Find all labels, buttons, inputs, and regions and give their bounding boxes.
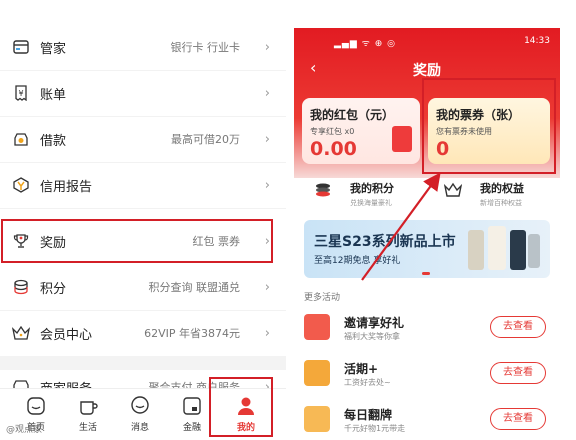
annotation-arrow [361, 172, 441, 281]
